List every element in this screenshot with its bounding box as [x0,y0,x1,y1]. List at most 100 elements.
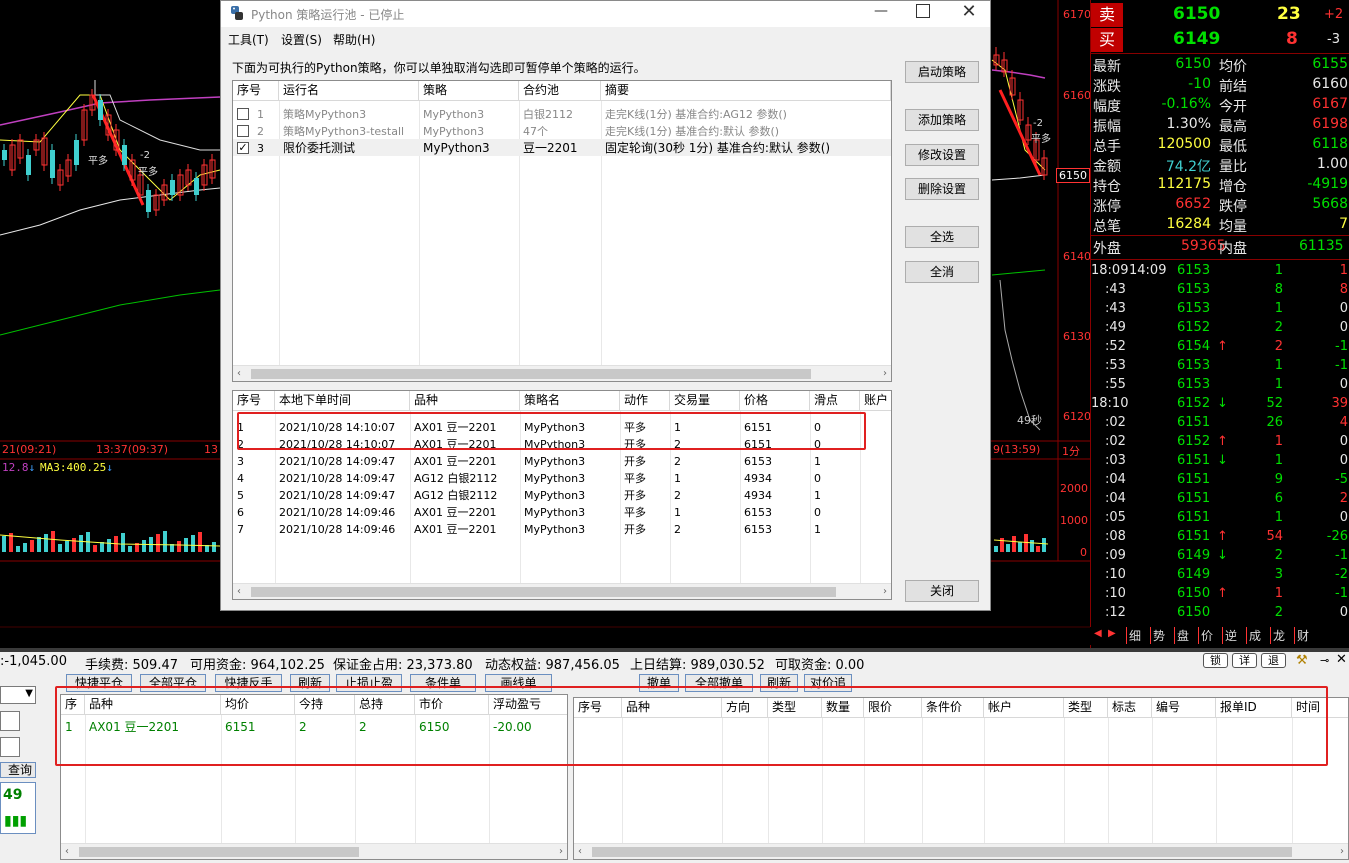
maximize-icon[interactable] [916,4,930,18]
panel-close-icon[interactable]: ✕ [1336,652,1347,667]
tick-oi-change: -5 [1335,472,1348,487]
menu-help[interactable]: 帮助(H) [333,31,375,48]
edit-settings-button[interactable]: 修改设置 [905,144,979,166]
strategy-col-header[interactable]: 运行名 [279,81,419,101]
strategy-no: 3 [257,142,264,155]
tick-price: 6150 [1177,605,1211,620]
add-strategy-button[interactable]: 添加策略 [905,109,979,131]
tick-oi-change: -1 [1335,358,1348,373]
side-input[interactable] [0,711,20,731]
quote-tab[interactable]: 盘 [1174,627,1189,644]
quote-tab[interactable]: 成 [1246,627,1261,644]
order-cell: 2 [674,489,681,502]
account-stat: :-1,045.00 [0,654,67,669]
strategy-checkbox[interactable] [237,125,249,137]
strategy-no: 1 [257,108,264,121]
order-cell: 6153 [744,523,772,536]
tick-price: 6149 [1177,548,1211,563]
positions-hscroll[interactable]: ‹ › [61,843,567,859]
tick-row: :49 6152 2 0 [1091,320,1349,339]
tick-price: 6153 [1177,263,1211,278]
start-strategy-button[interactable]: 启动策略 [905,61,979,83]
close-icon[interactable]: ✕ [959,1,979,22]
tick-price: 6151 [1177,510,1211,525]
deselect-all-button[interactable]: 全消 [905,261,979,283]
quote-tab[interactable]: 财 [1294,627,1309,644]
sell-label: 卖 [1091,3,1123,27]
highlight-box [237,412,866,450]
side-select[interactable]: ▼ [0,686,36,704]
query-button[interactable]: 查询 [0,762,36,778]
order-log-hscroll[interactable]: ‹ › [233,583,891,599]
tick-volume: 1 [1274,453,1283,468]
time-label: 9(13:59) [993,443,1041,456]
order-col-header[interactable]: 策略名 [520,391,620,411]
order-cell: 4934 [744,489,772,502]
strategy-col-header[interactable]: 策略 [419,81,519,101]
stat-label: 金额 [1093,159,1121,175]
strategy-checkbox[interactable]: ✓ [237,142,249,154]
time-label: 13 [204,443,218,456]
order-col-header[interactable]: 价格 [740,391,810,411]
account-mini-button[interactable]: 锁 [1203,653,1228,668]
buy-change: -3 [1327,32,1340,47]
strategy-col-header[interactable]: 摘要 [601,81,891,101]
menu-tools[interactable]: 工具(T) [228,31,269,48]
tick-price: 6152 [1177,434,1211,449]
order-col-header[interactable]: 序号 [233,391,275,411]
menu-settings[interactable]: 设置(S) [281,31,322,48]
strategy-pool: 白银2112 [523,108,573,121]
order-col-header[interactable]: 品种 [410,391,520,411]
tab-prev-icon[interactable]: ◀ [1094,628,1102,639]
pin-icon[interactable]: ⊸ [1320,654,1329,667]
quote-tab[interactable]: 细 [1126,627,1141,644]
order-col-header[interactable]: 交易量 [670,391,740,411]
order-col-header[interactable]: 账户 [860,391,891,411]
buy-row[interactable]: 买 6149 8 -3 [1091,28,1349,52]
time-label: 21(09:21) [2,443,57,456]
tick-price: 6153 [1177,301,1211,316]
stat-label: 涨停 [1093,199,1121,215]
account-mini-button[interactable]: 详 [1232,653,1257,668]
side-input[interactable] [0,737,20,757]
annotation: -2 [1033,118,1043,129]
quote-tab[interactable]: 逆 [1222,627,1237,644]
tick-volume: 2 [1274,339,1283,354]
order-cell: 4934 [744,472,772,485]
order-col-header[interactable]: 动作 [620,391,670,411]
strategy-checkbox[interactable] [237,108,249,120]
tick-row: :05 6151 1 0 [1091,510,1349,529]
delete-settings-button[interactable]: 删除设置 [905,178,979,200]
title-bar[interactable]: Python 策略运行池 - 已停止 — ✕ [221,1,990,27]
strategy-col-header[interactable]: 合约池 [519,81,601,101]
stat-value: 6652 [1175,196,1211,212]
minimize-icon[interactable]: — [871,3,891,19]
strategy-grid[interactable]: 序号 运行名 策略 合约池 摘要 1 策略MyPython3 MyPython3 白银2112… [232,80,892,382]
orders-hscroll[interactable]: ‹ › [574,843,1348,859]
quote-stat-row: 最新 6150 均价 6155 [1091,55,1349,75]
sell-row[interactable]: 卖 6150 23 +2 [1091,3,1349,27]
account-mini-button[interactable]: 退 [1261,653,1286,668]
order-cell: MyPython3 [524,455,586,468]
bars-icon: ▮▮▮ [4,813,28,829]
quote-tab[interactable]: 势 [1150,627,1165,644]
price-label: 6160 [1063,89,1091,102]
python-strategy-dialog[interactable]: Python 策略运行池 - 已停止 — ✕ 工具(T) 设置(S) 帮助(H)… [220,0,991,611]
stat-label: 总手 [1093,139,1121,155]
tick-time: :03 [1105,453,1126,468]
side-price-box[interactable]: 49 ▮▮▮ [0,782,36,834]
close-button[interactable]: 关闭 [905,580,979,602]
sell-volume: 23 [1277,4,1301,24]
order-col-header[interactable]: 本地下单时间 [275,391,410,411]
tools-icon[interactable]: ⚒ [1296,653,1308,668]
strategy-hscroll[interactable]: ‹ › [233,365,891,381]
stat-value: -10 [1188,76,1211,92]
period-label[interactable]: 1分 [1062,443,1080,459]
order-col-header[interactable]: 滑点 [810,391,860,411]
quote-tab[interactable]: 龙 [1270,627,1285,644]
select-all-button[interactable]: 全选 [905,226,979,248]
strategy-col-header[interactable]: 序号 [233,81,279,101]
tick-row: :10 6149 3 -2 [1091,567,1349,586]
quote-tab[interactable]: 价 [1198,627,1213,644]
tab-next-icon[interactable]: ▶ [1108,628,1116,639]
